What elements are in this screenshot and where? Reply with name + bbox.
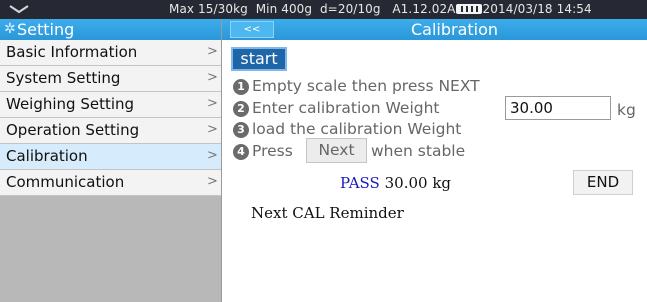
sidebar-item-label: Calibration bbox=[6, 147, 88, 165]
step-4: 4 Press bbox=[233, 142, 293, 160]
step-text: Empty scale then press NEXT bbox=[252, 77, 480, 95]
calibration-result: PASS 30.00 kg bbox=[340, 174, 451, 192]
status-info: Max 15/30kg Min 400g d=20/10g A1.12.02A 2… bbox=[169, 2, 592, 16]
sidebar-title: Setting bbox=[17, 20, 75, 39]
sidebar-item-weighing-setting[interactable]: Weighing Setting > bbox=[0, 92, 221, 118]
page-title: Calibration bbox=[411, 20, 499, 39]
result-status: PASS bbox=[340, 174, 380, 192]
sidebar-item-calibration[interactable]: Calibration > bbox=[0, 144, 221, 170]
back-button[interactable]: << bbox=[230, 21, 274, 38]
sidebar-item-system-setting[interactable]: System Setting > bbox=[0, 66, 221, 92]
chevron-right-icon: > bbox=[207, 174, 218, 189]
main-header: << Calibration bbox=[222, 19, 647, 40]
sidebar-item-label: Operation Setting bbox=[6, 121, 140, 139]
step-text: Enter calibration Weight bbox=[252, 99, 440, 117]
chevron-right-icon: > bbox=[207, 70, 218, 85]
step-text: Press bbox=[252, 142, 293, 160]
step-1: 1 Empty scale then press NEXT bbox=[233, 77, 480, 95]
chevron-right-icon: > bbox=[207, 148, 218, 163]
step-number-icon: 3 bbox=[233, 122, 249, 138]
step-2: 2 Enter calibration Weight bbox=[233, 99, 440, 117]
step-number-icon: 4 bbox=[233, 144, 249, 160]
end-button[interactable]: END bbox=[573, 170, 633, 195]
gear-icon: ✲ bbox=[4, 21, 16, 37]
step-number-icon: 1 bbox=[233, 79, 249, 95]
step-text: load the calibration Weight bbox=[252, 120, 462, 138]
next-cal-reminder: Next CAL Reminder bbox=[251, 204, 404, 222]
logo-icon bbox=[9, 5, 29, 14]
status-bar: Max 15/30kg Min 400g d=20/10g A1.12.02A 2… bbox=[0, 0, 647, 19]
sidebar-item-label: System Setting bbox=[6, 69, 121, 87]
status-date: 2014/03/18 bbox=[482, 2, 553, 16]
step-4-suffix: when stable bbox=[371, 142, 466, 160]
step-number-icon: 2 bbox=[233, 101, 249, 117]
sidebar-item-label: Basic Information bbox=[6, 43, 138, 61]
result-value: 30.00 kg bbox=[384, 174, 452, 192]
sidebar-item-basic-information[interactable]: Basic Information > bbox=[0, 40, 221, 66]
chevron-right-icon: > bbox=[207, 44, 218, 59]
next-button[interactable]: Next bbox=[306, 138, 367, 163]
sidebar-header: ✲ Setting bbox=[0, 19, 221, 40]
status-time: 14:54 bbox=[556, 2, 592, 16]
scale-spec: Max 15/30kg Min 400g d=20/10g A1.12.02A bbox=[169, 2, 456, 16]
calibration-weight-input[interactable] bbox=[505, 96, 611, 120]
step-3: 3 load the calibration Weight bbox=[233, 120, 461, 138]
sidebar-item-label: Weighing Setting bbox=[6, 95, 135, 113]
chevron-right-icon: > bbox=[207, 96, 218, 111]
start-button[interactable]: start bbox=[231, 47, 287, 71]
chevron-right-icon: > bbox=[207, 122, 218, 137]
sidebar-item-operation-setting[interactable]: Operation Setting > bbox=[0, 118, 221, 144]
sidebar: ✲ Setting Basic Information > System Set… bbox=[0, 19, 222, 302]
sidebar-item-label: Communication bbox=[6, 173, 125, 191]
weight-unit: kg bbox=[617, 101, 636, 119]
sidebar-item-communication[interactable]: Communication > bbox=[0, 170, 221, 196]
battery-icon bbox=[455, 4, 482, 14]
